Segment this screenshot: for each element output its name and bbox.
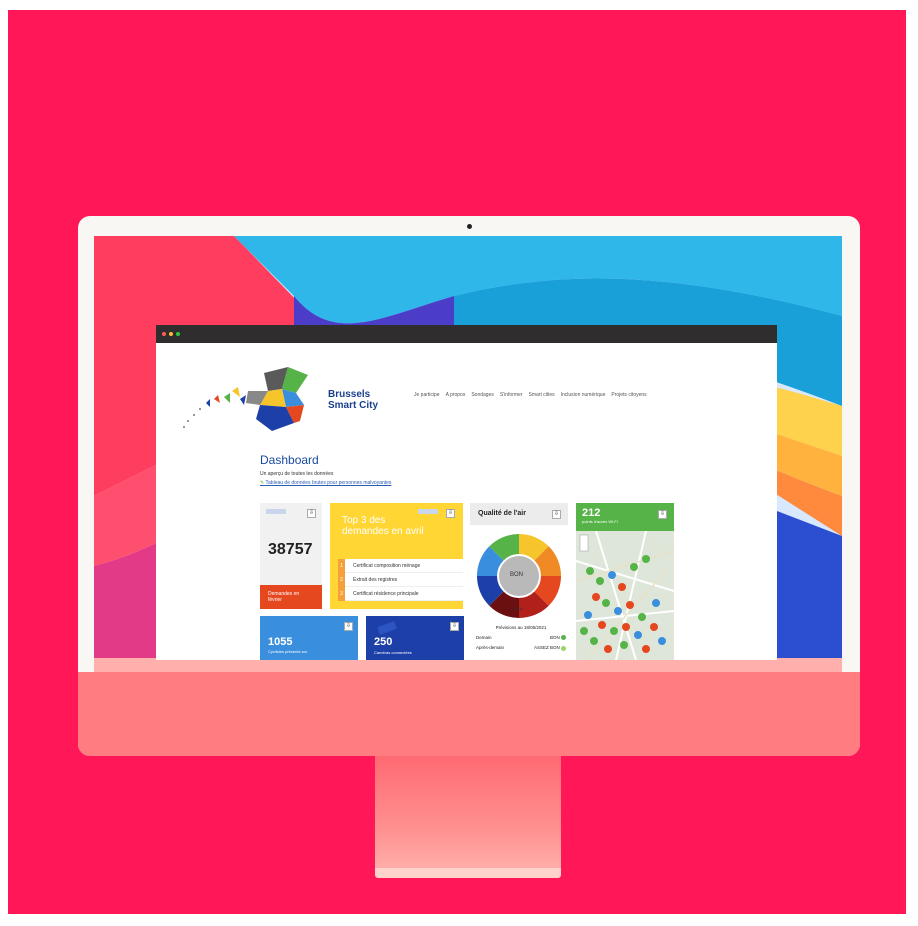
camera-icon (467, 224, 472, 229)
list-item-label: Certificat composition ménage (353, 562, 421, 569)
brand-line2: Smart City (328, 400, 379, 411)
forecast-row: Après-demain ASSEZ BON (476, 645, 566, 651)
web-page: Brussels Smart City Je participe A propo… (156, 343, 777, 660)
nav-item-projets[interactable]: Projets citoyens (611, 392, 646, 398)
forecast-title: Prévisions au 18/05/2021 (495, 625, 547, 630)
screen-bottom-edge (94, 658, 842, 672)
page-title: Dashboard (260, 453, 319, 467)
list-item-label: Extrait des registres (353, 576, 398, 583)
status-dot-icon (561, 635, 566, 641)
card-wifi[interactable]: 212 points d'accès Wi-Fi ⇩ (576, 503, 674, 660)
list-item: 3 Certificat résidence principale (338, 586, 463, 601)
page-subtitle: Un aperçu de toutes les données (260, 471, 334, 477)
list-item-label: Certificat résidence principale (353, 590, 419, 597)
download-icon[interactable]: ⇩ (450, 622, 459, 631)
forecast-value: BON (549, 635, 566, 641)
browser-window: Brussels Smart City Je participe A propo… (156, 325, 777, 660)
list-item-rank: 3 (338, 586, 345, 601)
wifi-value: 212 (582, 507, 601, 519)
download-icon[interactable]: ⇩ (344, 622, 353, 631)
card-demandes[interactable]: ⇩ 38757 Demandes en février (260, 503, 322, 609)
cyclists-label: Cyclistes présents sur (268, 649, 308, 654)
camera-icon (377, 621, 397, 635)
nav-item-sondages[interactable]: Sondages (471, 392, 494, 398)
cameras-value: 250 (374, 636, 393, 648)
accessible-data-link-label: Tableau de données brutes pour personnes… (265, 480, 392, 486)
status-dot-icon (561, 645, 566, 651)
download-icon[interactable]: ⇩ (658, 510, 667, 519)
wifi-map[interactable] (576, 531, 674, 660)
download-icon[interactable]: ⇩ (446, 509, 455, 518)
demandes-label: Demandes en février (260, 585, 322, 609)
list-item: 2 Extrait des registres (338, 572, 463, 587)
cyclists-value: 1055 (268, 636, 293, 648)
monitor-stand (375, 756, 561, 874)
minimize-icon[interactable] (169, 332, 173, 336)
top3-list: 1 Certificat composition ménage 2 Extrai… (338, 558, 463, 601)
air-quality-date: 18/05 (513, 606, 524, 611)
main-nav: Je participe A propos Sondages S'informe… (414, 392, 647, 398)
pencil-icon: ✎ (260, 480, 265, 486)
download-icon[interactable]: ⇩ (552, 510, 561, 519)
forecast-value-text: ASSEZ BON (533, 645, 560, 651)
nav-item-smart-cities[interactable]: Smart cities (529, 392, 555, 398)
nav-item-a-propos[interactable]: A propos (446, 392, 466, 398)
brand-name[interactable]: Brussels Smart City (328, 389, 378, 411)
card-cyclists[interactable]: ⇩ 1055 Cyclistes présents sur (260, 616, 358, 660)
wifi-label: points d'accès Wi-Fi (582, 519, 618, 524)
mini-logo (418, 509, 438, 514)
stand-foot (375, 868, 561, 878)
accessible-data-link[interactable]: ✎ Tableau de données brutes pour personn… (260, 480, 391, 486)
nav-item-inclusion[interactable]: Inclusion numérique (561, 392, 606, 398)
forecast: Prévisions au 18/05/2021 Demain BON Aprè… (476, 625, 566, 651)
air-quality-status: BON (510, 572, 524, 578)
list-item: 1 Certificat composition ménage (338, 558, 463, 573)
list-item-rank: 1 (338, 558, 345, 573)
brand-line1: Brussels (328, 389, 371, 400)
nav-item-sinformer[interactable]: S'informer (500, 392, 523, 398)
browser-titlebar (156, 325, 777, 343)
brussels-smart-city-logo[interactable] (176, 361, 326, 436)
forecast-value-text: BON (549, 635, 560, 640)
maximize-icon[interactable] (176, 332, 180, 336)
cameras-label: Caméras connectées (374, 650, 412, 655)
list-item-rank: 2 (338, 572, 345, 587)
forecast-day: Après-demain (476, 645, 505, 651)
forecast-row: Demain BON (476, 635, 566, 641)
close-icon[interactable] (162, 332, 166, 336)
forecast-value: ASSEZ BON (533, 645, 566, 651)
nav-item-je-participe[interactable]: Je participe (414, 392, 440, 398)
stage: Brussels Smart City Je participe A propo… (0, 0, 918, 926)
card-cameras[interactable]: ⇩ 250 Caméras connectées (366, 616, 464, 660)
card-top3[interactable]: ⇩ Top 3 des demandes en avril 1 Certific… (330, 503, 463, 609)
top3-title: Top 3 des demandes en avril (342, 515, 424, 537)
card-air-quality[interactable]: Qualité de l'air ⇩ BON 18/05 Prévisions … (470, 503, 568, 660)
forecast-day: Demain (476, 635, 492, 640)
monitor-chin (78, 672, 860, 756)
mini-logo (266, 509, 286, 514)
demandes-value: 38757 (268, 541, 313, 558)
download-icon[interactable]: ⇩ (307, 509, 316, 518)
